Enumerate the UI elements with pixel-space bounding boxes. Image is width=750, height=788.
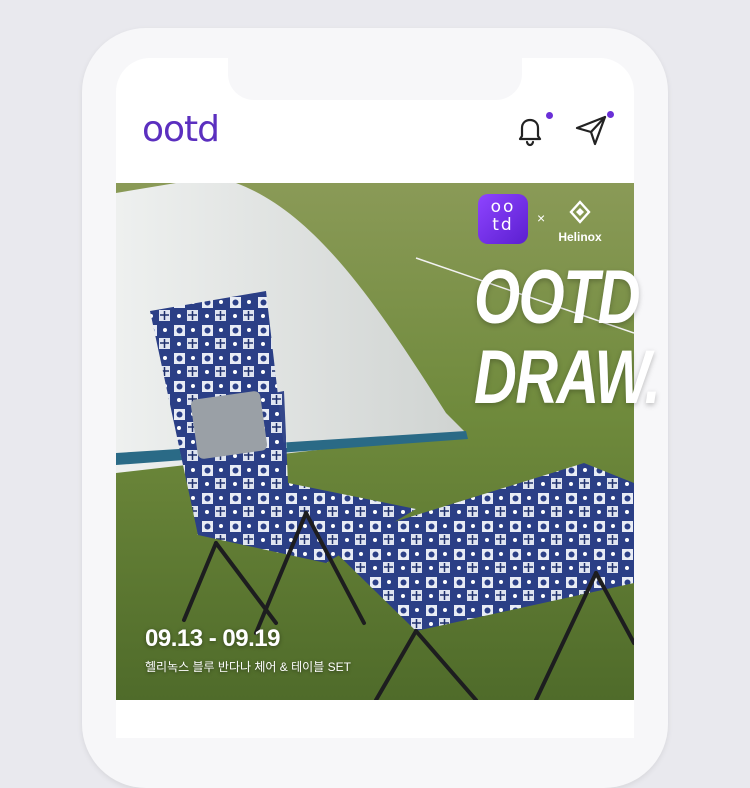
paper-plane-icon xyxy=(575,115,607,146)
logo-text: ootd xyxy=(142,109,220,150)
app-logo[interactable]: ootd xyxy=(142,109,220,152)
headline-line-1: OOTD xyxy=(474,255,641,340)
badge-text-top: oo xyxy=(490,197,516,217)
ootd-app-badge: oo td xyxy=(478,194,528,244)
notifications-button[interactable] xyxy=(512,110,553,150)
messages-button[interactable] xyxy=(574,110,614,150)
bell-icon xyxy=(518,118,542,147)
phone-notch xyxy=(228,58,522,100)
banner-headline: OOTD DRAW. xyxy=(474,255,661,420)
collab-logos: oo td × Helinox xyxy=(478,194,604,248)
event-dates: 09.13 - 09.19 xyxy=(145,625,280,652)
notification-dot xyxy=(546,112,553,119)
helinox-diamond-icon xyxy=(569,200,591,224)
partner-name: Helinox xyxy=(558,230,602,244)
collab-separator: × xyxy=(537,210,546,226)
badge-text-bottom: td xyxy=(492,215,514,235)
headline-line-2: DRAW. xyxy=(474,335,661,420)
event-subtitle: 헬리녹스 블루 반다나 체어 & 테이블 SET xyxy=(145,660,351,674)
message-dot xyxy=(607,111,614,118)
